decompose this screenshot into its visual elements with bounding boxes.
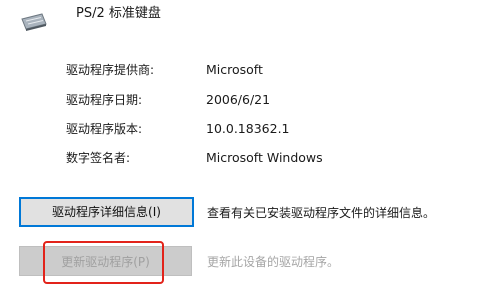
driver-provider-label: 驱动程序提供商: [66, 63, 155, 77]
device-name: PS/2 标准键盘 [76, 6, 161, 21]
driver-date-value: 2006/6/21 [206, 92, 271, 107]
driver-version-label: 驱动程序版本: [66, 122, 143, 136]
driver-version-value: 10.0.18362.1 [206, 121, 290, 136]
driver-provider-value: Microsoft [206, 62, 263, 77]
driver-date-label: 驱动程序日期: [66, 93, 143, 107]
driver-details-button[interactable]: 驱动程序详细信息(I) [19, 197, 194, 227]
driver-tab-panel: PS/2 标准键盘 驱动程序提供商: Microsoft 驱动程序日期: 200… [0, 0, 493, 290]
digital-signer-value: Microsoft Windows [206, 150, 323, 165]
driver-details-description: 查看有关已安装驱动程序文件的详细信息。 [207, 206, 436, 220]
digital-signer-label: 数字签名者: [66, 151, 131, 165]
keyboard-icon [21, 13, 47, 31]
update-driver-description: 更新此设备的驱动程序。 [207, 255, 340, 269]
update-driver-button[interactable]: 更新驱动程序(P) [19, 246, 192, 276]
